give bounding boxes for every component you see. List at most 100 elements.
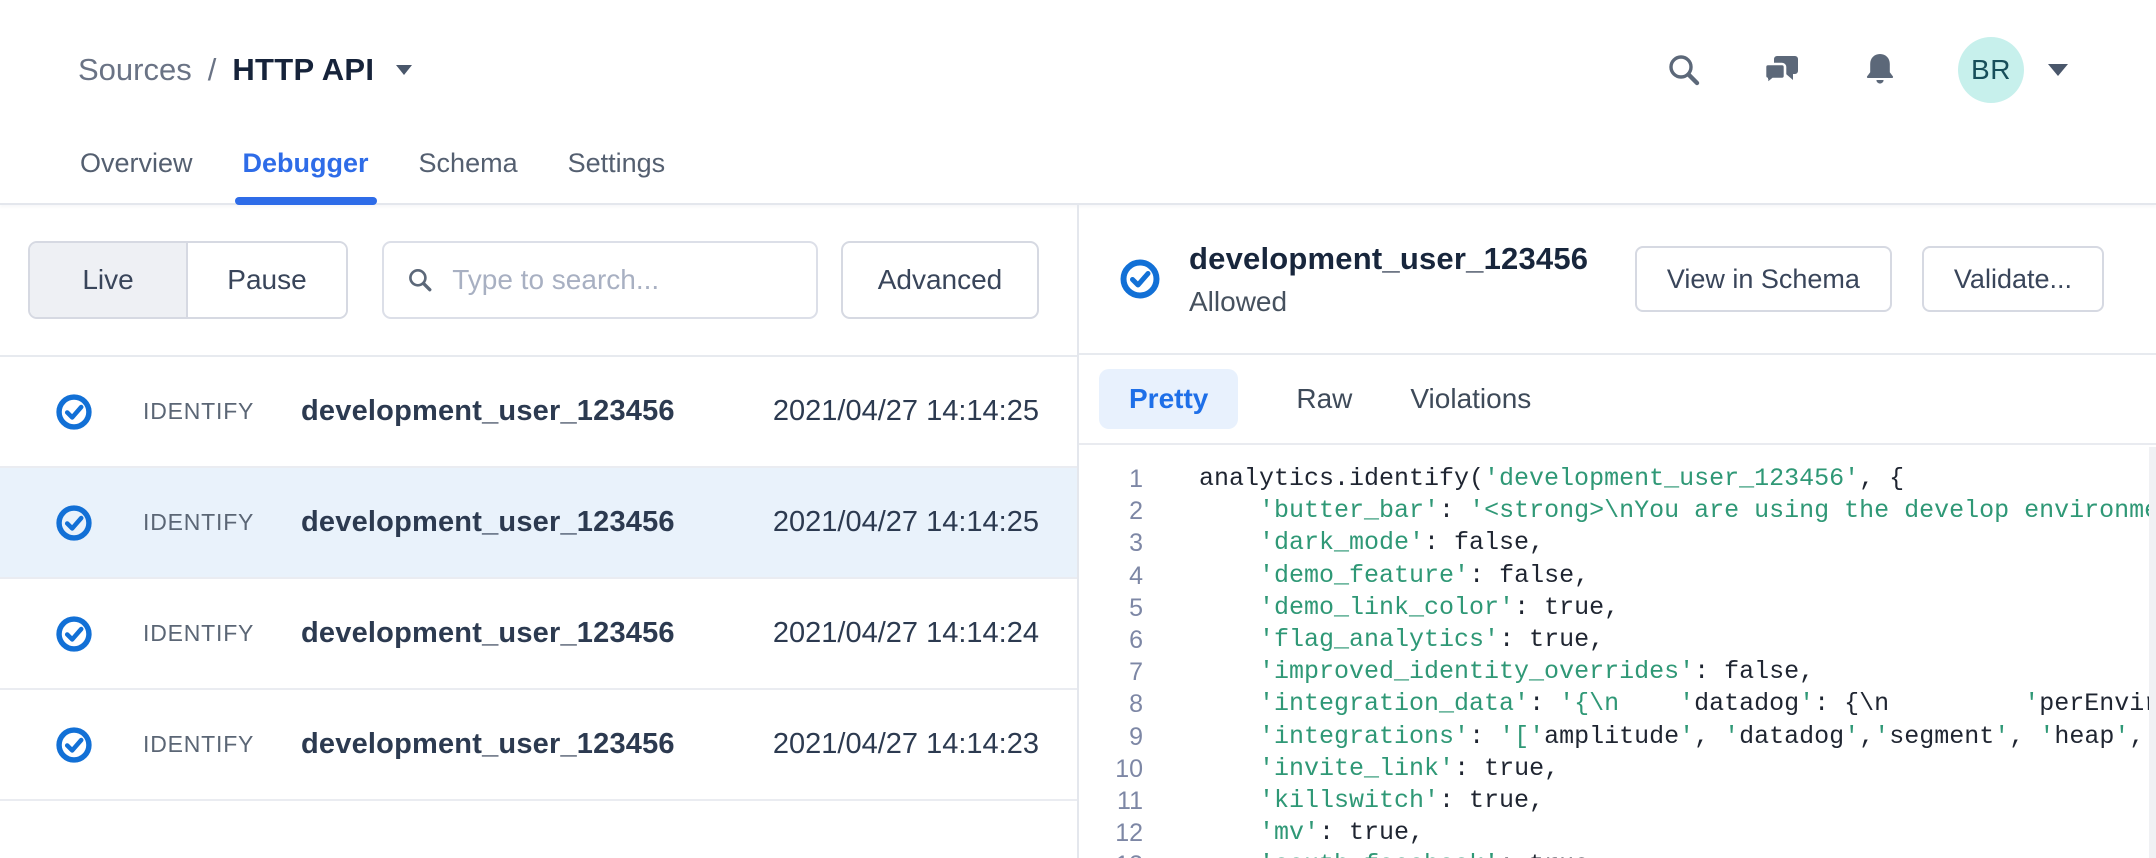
code-text: 'dark_mode': false,: [1199, 527, 1544, 559]
event-name: development_user_123456: [301, 506, 773, 539]
detail-tabs: Pretty Raw Violations: [1079, 355, 2156, 445]
event-list: IDENTIFY development_user_123456 2021/04…: [0, 355, 1077, 801]
event-title: development_user_123456: [1189, 241, 1588, 277]
topbar-actions: BR: [1664, 37, 2068, 103]
breadcrumb-current-source[interactable]: HTTP API: [232, 52, 374, 88]
line-number: 13: [1079, 849, 1143, 858]
code-text: 'butter_bar': '<strong>\nYou are using t…: [1199, 495, 2156, 527]
event-row[interactable]: IDENTIFY development_user_123456 2021/04…: [0, 690, 1077, 801]
event-name: development_user_123456: [301, 395, 773, 428]
scrollbar[interactable]: [2149, 447, 2156, 858]
tab-overview[interactable]: Overview: [78, 140, 195, 203]
tab-schema[interactable]: Schema: [417, 140, 520, 203]
event-timestamp: 2021/04/27 14:14:25: [773, 395, 1077, 428]
code-text: 'integrations': '['amplitude', 'datadog'…: [1199, 721, 2156, 753]
line-number: 5: [1079, 592, 1143, 624]
code-text: 'demo_feature': false,: [1199, 560, 1589, 592]
check-circle-icon: [55, 504, 93, 542]
avatar[interactable]: BR: [1958, 37, 2024, 103]
line-number: 12: [1079, 817, 1143, 849]
code-line: 4 'demo_feature': false,: [1079, 560, 2156, 592]
line-number: 4: [1079, 560, 1143, 592]
search-icon[interactable]: [1664, 50, 1704, 90]
code-line: 12 'mv': true,: [1079, 817, 2156, 849]
line-number: 1: [1079, 463, 1143, 495]
event-detail-panel: development_user_123456 Allowed View in …: [1079, 205, 2156, 858]
code-line: 9 'integrations': '['amplitude', 'datado…: [1079, 721, 2156, 753]
line-number: 6: [1079, 624, 1143, 656]
code-line: 1 analytics.identify('development_user_12…: [1079, 463, 2156, 495]
detail-tab-pretty[interactable]: Pretty: [1099, 369, 1238, 429]
code-text: 'killswitch': true,: [1199, 785, 1544, 817]
event-type-label: IDENTIFY: [143, 731, 301, 758]
code-text: analytics.identify('development_user_123…: [1199, 463, 1904, 495]
code-text: 'mv': true,: [1199, 817, 1424, 849]
detail-tab-violations[interactable]: Violations: [1410, 369, 1531, 429]
payload-code-view: 1 analytics.identify('development_user_12…: [1079, 445, 2156, 858]
code-line: 7 'improved_identity_overrides': false,: [1079, 656, 2156, 688]
event-search: [382, 241, 818, 319]
code-line: 11 'killswitch': true,: [1079, 785, 2156, 817]
status-badge: Allowed: [1189, 286, 1588, 318]
account-caret-down-icon[interactable]: [2048, 64, 2068, 76]
debugger-main: Live Pause Advanced IDENTIFY development…: [0, 205, 2156, 858]
live-pause-toggle: Live Pause: [28, 241, 348, 319]
event-timestamp: 2021/04/27 14:14:25: [773, 506, 1077, 539]
detail-tab-raw[interactable]: Raw: [1296, 369, 1352, 429]
code-line: 5 'demo_link_color': true,: [1079, 592, 2156, 624]
code-line: 13 'oauth_facebook': true,: [1079, 849, 2156, 858]
check-circle-icon: [55, 726, 93, 764]
code-line: 10 'invite_link': true,: [1079, 753, 2156, 785]
nav-tabs: Overview Debugger Schema Settings: [0, 140, 2156, 205]
code-line: 3 'dark_mode': false,: [1079, 527, 2156, 559]
event-row[interactable]: IDENTIFY development_user_123456 2021/04…: [0, 579, 1077, 690]
event-timestamp: 2021/04/27 14:14:24: [773, 617, 1077, 650]
code-text: 'demo_link_color': true,: [1199, 592, 1619, 624]
breadcrumb: Sources / HTTP API: [78, 52, 412, 88]
advanced-button[interactable]: Advanced: [841, 241, 1039, 319]
line-number: 8: [1079, 688, 1143, 720]
code-text: 'integration_data': '{\n 'datadog': {\n …: [1199, 688, 2156, 720]
line-number: 2: [1079, 495, 1143, 527]
bell-icon[interactable]: [1860, 50, 1900, 90]
event-timestamp: 2021/04/27 14:14:23: [773, 728, 1077, 761]
code-text: 'invite_link': true,: [1199, 753, 1559, 785]
check-circle-icon: [1119, 258, 1161, 300]
event-stream-panel: Live Pause Advanced IDENTIFY development…: [0, 205, 1079, 858]
app-header: Sources / HTTP API BR: [0, 0, 2156, 140]
event-type-label: IDENTIFY: [143, 620, 301, 647]
source-switcher-caret-down-icon[interactable]: [396, 65, 412, 75]
line-number: 10: [1079, 753, 1143, 785]
stream-controls: Live Pause Advanced: [0, 205, 1077, 355]
code-line: 2 'butter_bar': '<strong>\nYou are using…: [1079, 495, 2156, 527]
tab-settings[interactable]: Settings: [566, 140, 668, 203]
code-text: 'oauth_facebook': true,: [1199, 849, 1604, 858]
pause-button[interactable]: Pause: [188, 243, 346, 317]
breadcrumb-sources-link[interactable]: Sources: [78, 52, 192, 88]
line-number: 7: [1079, 656, 1143, 688]
line-number: 11: [1079, 785, 1143, 817]
view-in-schema-button[interactable]: View in Schema: [1635, 246, 1892, 312]
event-name: development_user_123456: [301, 617, 773, 650]
event-type-label: IDENTIFY: [143, 509, 301, 536]
detail-header: development_user_123456 Allowed View in …: [1079, 205, 2156, 355]
code-line: 6 'flag_analytics': true,: [1079, 624, 2156, 656]
chat-bubbles-icon[interactable]: [1762, 50, 1802, 90]
event-name: development_user_123456: [301, 728, 773, 761]
detail-titles: development_user_123456 Allowed: [1189, 241, 1588, 318]
magnifier-icon: [406, 264, 434, 296]
live-button[interactable]: Live: [30, 243, 188, 317]
account-menu[interactable]: BR: [1958, 37, 2068, 103]
breadcrumb-separator: /: [208, 52, 217, 88]
tab-debugger[interactable]: Debugger: [241, 140, 371, 203]
event-row[interactable]: IDENTIFY development_user_123456 2021/04…: [0, 468, 1077, 579]
check-circle-icon: [55, 393, 93, 431]
detail-actions: View in Schema Validate...: [1635, 246, 2104, 312]
event-type-label: IDENTIFY: [143, 398, 301, 425]
event-row[interactable]: IDENTIFY development_user_123456 2021/04…: [0, 357, 1077, 468]
code-line: 8 'integration_data': '{\n 'datadog': {\…: [1079, 688, 2156, 720]
validate-button[interactable]: Validate...: [1922, 246, 2104, 312]
search-input[interactable]: [452, 264, 794, 296]
check-circle-icon: [55, 615, 93, 653]
line-number: 3: [1079, 527, 1143, 559]
